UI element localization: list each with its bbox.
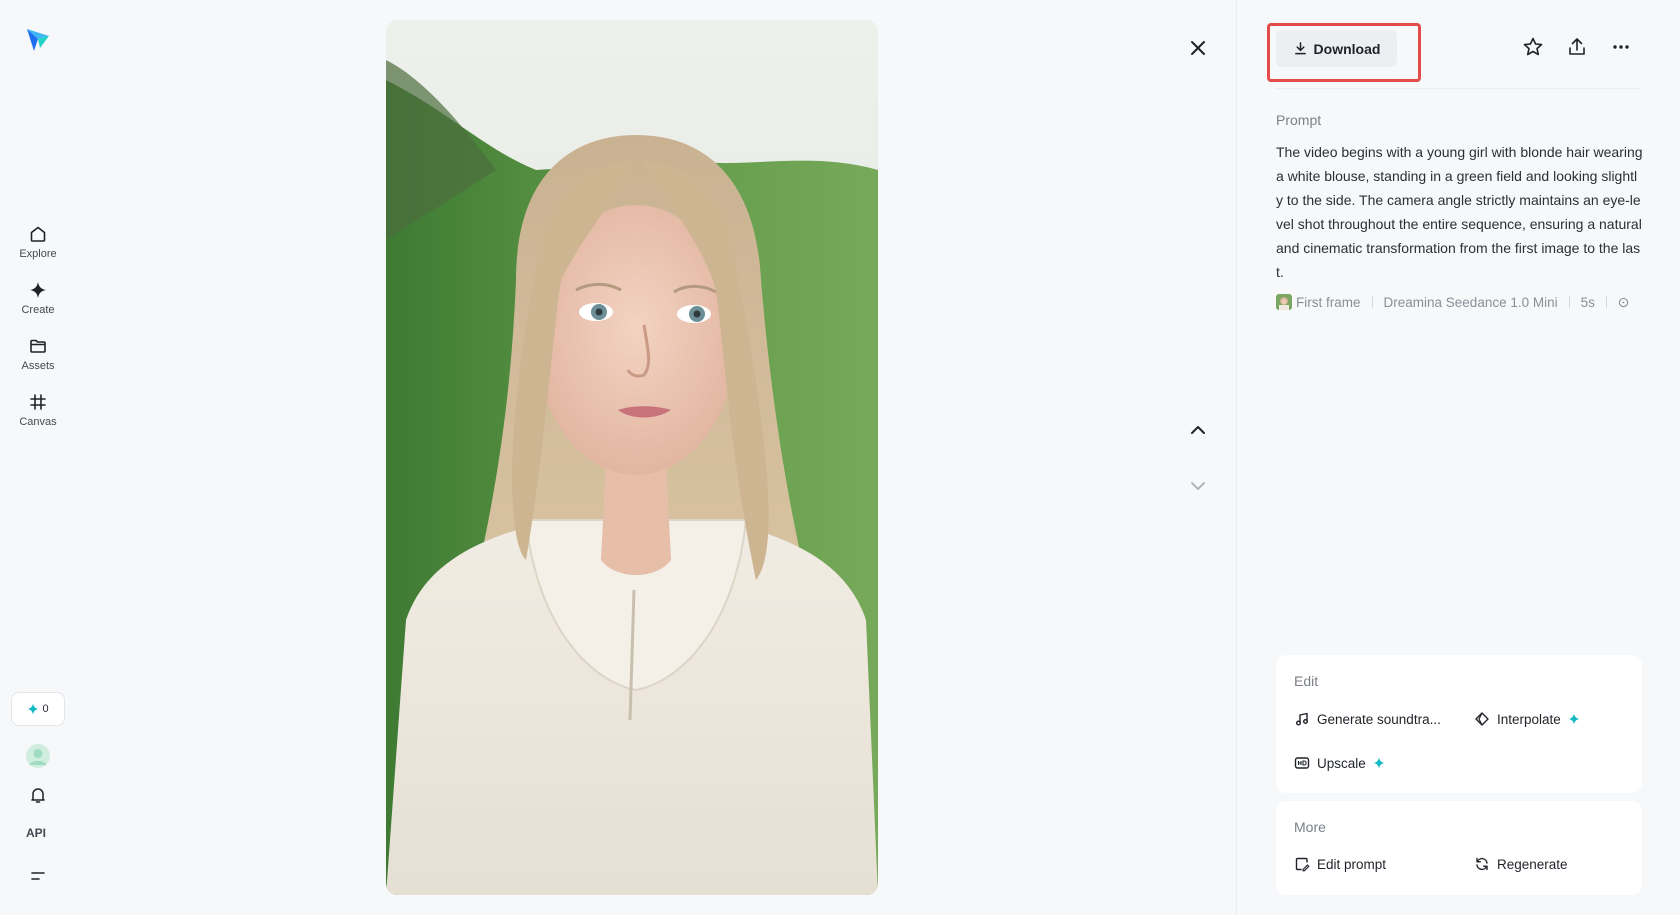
nav-canvas[interactable]: Canvas <box>10 386 66 438</box>
nav-create-label: Create <box>21 304 55 316</box>
nav-explore-label: Explore <box>19 248 57 260</box>
edit-prompt-icon <box>1295 857 1310 872</box>
more-options-icon[interactable] <box>1610 36 1632 58</box>
avatar[interactable] <box>26 744 50 768</box>
prompt-label: Prompt <box>1276 112 1322 128</box>
folder-icon <box>30 339 46 353</box>
star-icon[interactable] <box>1522 36 1544 58</box>
music-note-icon <box>1296 712 1308 726</box>
download-button[interactable]: Download <box>1276 30 1397 67</box>
share-icon[interactable] <box>1566 36 1588 58</box>
api-link[interactable]: API <box>26 826 46 840</box>
credits-button[interactable]: 0 <box>11 692 65 726</box>
nav-canvas-label: Canvas <box>19 416 57 428</box>
bell-icon[interactable] <box>28 785 48 805</box>
prompt-text: The video begins with a young girl with … <box>1276 144 1643 280</box>
download-icon <box>1294 42 1306 55</box>
meta-separator <box>1568 296 1570 308</box>
sparkle-icon <box>1373 757 1385 769</box>
meta-model: Dreamina Seedance 1.0 Mini <box>1383 294 1558 310</box>
nav-create[interactable]: Create <box>10 274 66 326</box>
edit-prompt-button[interactable]: Edit prompt <box>1294 856 1386 872</box>
info-icon[interactable] <box>1618 297 1629 308</box>
edit-prompt-label: Edit prompt <box>1317 856 1387 872</box>
upscale-button[interactable]: Upscale <box>1294 755 1385 771</box>
edit-card: Edit Generate soundtra... Interpolate Up… <box>1276 655 1642 793</box>
chevron-down-icon[interactable] <box>1186 474 1210 498</box>
app-logo-icon[interactable] <box>24 26 52 54</box>
refresh-icon <box>1476 857 1488 871</box>
interpolate-button[interactable]: Interpolate <box>1474 711 1580 727</box>
edit-card-title: Edit <box>1294 673 1319 689</box>
close-icon[interactable] <box>1186 36 1210 60</box>
sparkle-icon <box>27 703 39 715</box>
download-label: Download <box>1313 40 1381 57</box>
video-preview[interactable] <box>386 20 878 895</box>
nav-explore[interactable]: Explore <box>10 218 66 270</box>
credits-count: 0 <box>42 703 49 715</box>
meta-duration: 5s <box>1580 294 1595 310</box>
sparkle-icon <box>1568 713 1580 725</box>
generate-soundtrack-label: Generate soundtra... <box>1317 711 1441 727</box>
divider <box>1276 88 1641 89</box>
meta-separator <box>1605 296 1607 308</box>
nav-assets-label: Assets <box>21 360 55 372</box>
more-card-title: More <box>1294 819 1326 835</box>
hd-icon <box>1294 757 1310 769</box>
first-frame-thumbnail <box>1276 294 1292 310</box>
interpolate-label: Interpolate <box>1497 711 1561 727</box>
regenerate-label: Regenerate <box>1497 856 1568 872</box>
interpolate-icon <box>1475 712 1489 726</box>
chevron-up-icon[interactable] <box>1186 418 1210 442</box>
upscale-label: Upscale <box>1317 755 1366 771</box>
more-card: More Edit prompt Regenerate <box>1276 801 1642 895</box>
frame-icon <box>30 394 46 410</box>
user-avatar-icon <box>26 744 50 768</box>
diamond-icon <box>30 282 46 298</box>
regenerate-button[interactable]: Regenerate <box>1474 856 1568 872</box>
nav-assets[interactable]: Assets <box>10 330 66 382</box>
home-icon <box>30 226 46 242</box>
meta-separator <box>1371 296 1373 308</box>
preview-image <box>386 20 878 895</box>
menu-icon[interactable] <box>28 866 48 886</box>
left-sidebar: Explore Create Assets Canvas 0 API <box>0 0 75 915</box>
generation-meta: First frame Dreamina Seedance 1.0 Mini 5… <box>1276 292 1656 312</box>
meta-frame: First frame <box>1296 294 1361 310</box>
generate-soundtrack-button[interactable]: Generate soundtra... <box>1294 711 1441 727</box>
